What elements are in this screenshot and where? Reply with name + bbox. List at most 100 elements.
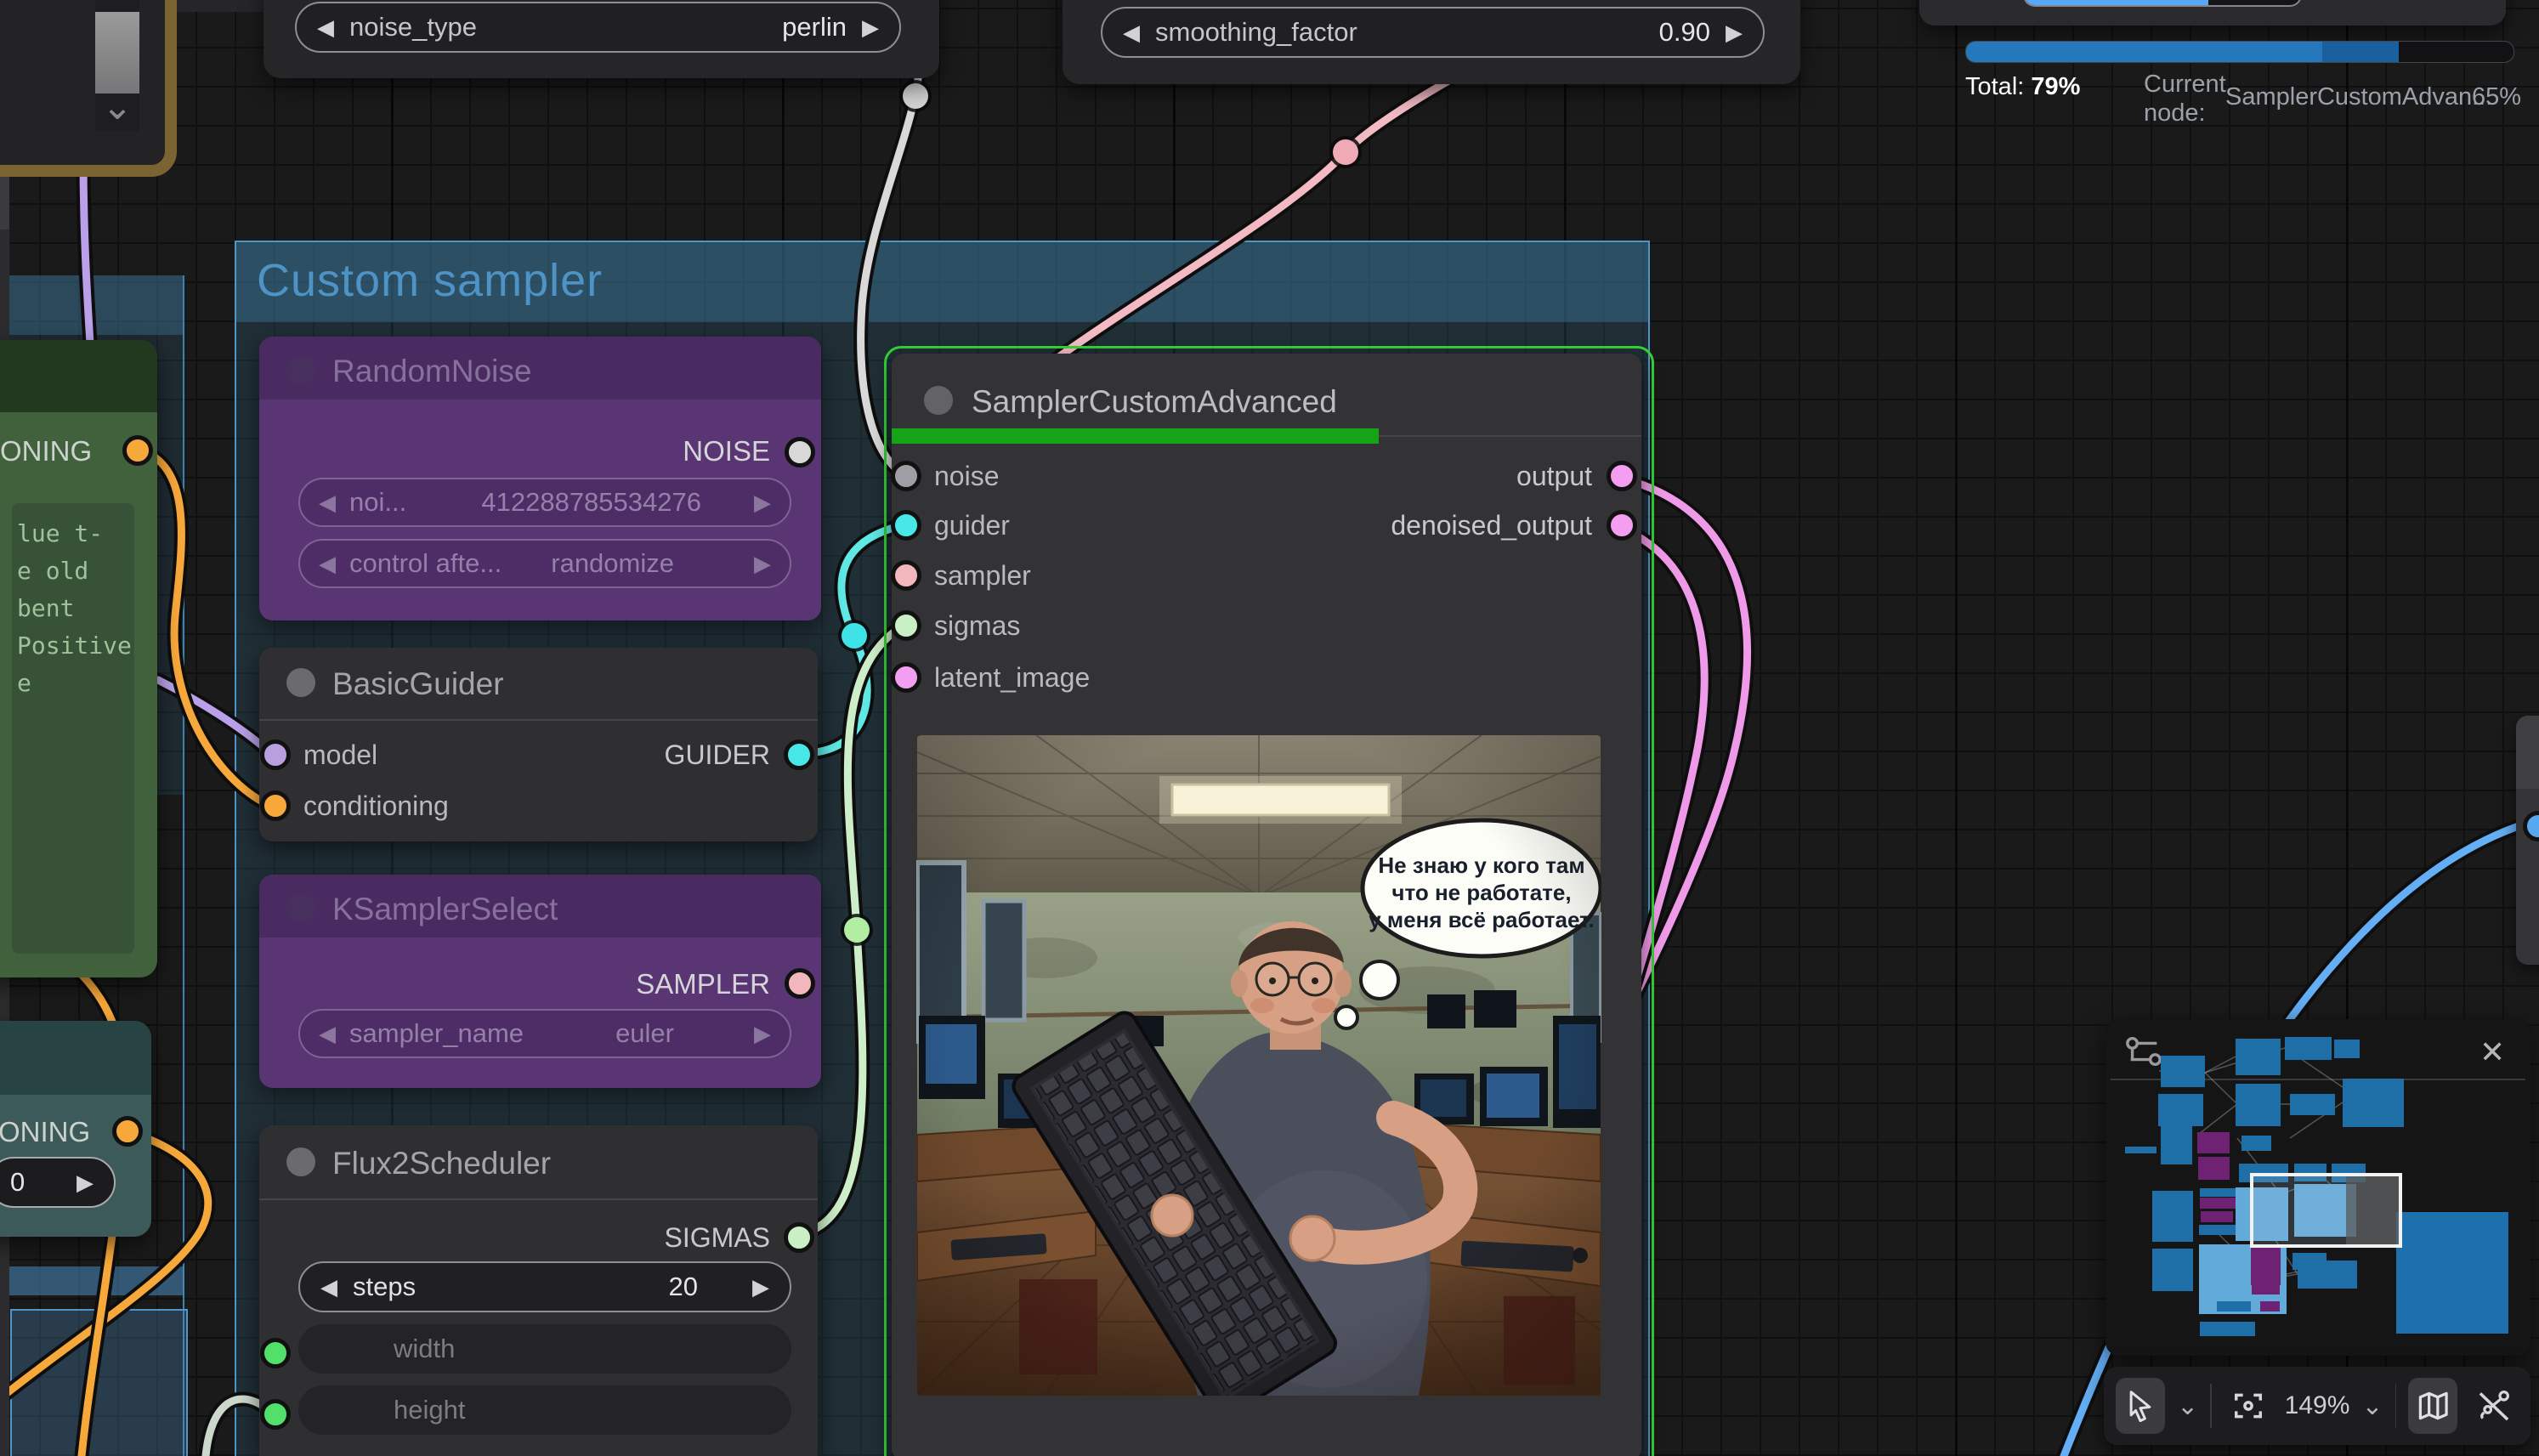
conditioning-output-port[interactable] <box>112 1116 143 1147</box>
conditioning-output-port[interactable] <box>122 435 153 466</box>
model-input-port[interactable] <box>260 739 291 770</box>
noise-type-node[interactable]: ◀ noise_type perlin ▶ <box>264 0 939 78</box>
minimap-node-rect <box>2260 1301 2280 1312</box>
minimap-node-rect <box>2198 1157 2230 1180</box>
noise-input-port[interactable] <box>891 461 921 491</box>
fit-view-button[interactable] <box>2224 1378 2273 1434</box>
blue-slider-widget[interactable] <box>2023 0 2302 7</box>
next-arrow-icon[interactable]: ▶ <box>752 1276 769 1298</box>
output-label: SAMPLER <box>636 968 770 1000</box>
toggle-links-button[interactable] <box>2469 1378 2519 1434</box>
status-current-node: SamplerCustomAdvan... <box>2225 83 2463 111</box>
zoom-level[interactable]: 149% <box>2285 1391 2350 1420</box>
sampler-custom-advanced-node[interactable]: SamplerCustomAdvanced noise guider sampl… <box>892 354 1641 1456</box>
guider-input-port[interactable] <box>891 510 921 541</box>
widget-label: smoothing_factor <box>1155 17 1357 48</box>
flux2-scheduler-node[interactable]: Flux2Scheduler SIGMAS ◀ steps 20 ▶ width… <box>259 1125 818 1456</box>
minimap-node-rect <box>2396 1212 2508 1334</box>
minimap-node-rect <box>2125 1147 2156 1153</box>
sigmas-output-port[interactable] <box>784 1222 814 1253</box>
reroute-dot[interactable] <box>1333 139 1358 165</box>
prev-arrow-icon[interactable]: ◀ <box>320 1276 337 1298</box>
width-input-port[interactable] <box>260 1338 291 1368</box>
node-title: RandomNoise <box>332 354 531 389</box>
sampler-name-widget[interactable]: ◀ sampler_name euler ▶ <box>298 1009 791 1058</box>
minimap-panel[interactable]: ✕ <box>2105 1019 2530 1356</box>
reroute-dot[interactable] <box>903 83 928 109</box>
minimap-node-rect <box>2285 1037 2332 1060</box>
minimap-node-rect <box>2158 1094 2203 1126</box>
basic-guider-node[interactable]: BasicGuider model conditioning GUIDER <box>259 648 818 841</box>
noise-seed-widget[interactable]: ◀ noi... 412288785534276 ▶ <box>298 478 791 527</box>
guider-output-port[interactable] <box>784 739 814 770</box>
widget-label: noise_type <box>349 12 477 42</box>
next-arrow-icon[interactable]: ▶ <box>754 491 771 513</box>
noise-output-port[interactable] <box>785 437 815 467</box>
output-port[interactable] <box>1607 461 1637 491</box>
prev-arrow-icon[interactable]: ◀ <box>319 552 336 575</box>
clipped-right-node-header <box>2516 716 2539 789</box>
smoothing-factor-node[interactable]: ◀ smoothing_factor 0.90 ▶ <box>1063 0 1800 84</box>
conditioning-lower-node[interactable]: ONING 0 ▶ <box>0 1021 151 1237</box>
minimap-node-rect <box>2197 1132 2230 1153</box>
scrollbar-thumb[interactable] <box>95 12 139 93</box>
value-widget[interactable]: 0 ▶ <box>0 1157 116 1208</box>
prev-arrow-icon[interactable]: ◀ <box>319 1023 336 1045</box>
zoom-dropdown-chevron-icon[interactable]: ⌄ <box>2361 1391 2383 1421</box>
minimap-node-rect <box>2241 1136 2271 1151</box>
height-input-slot[interactable]: height <box>298 1385 791 1435</box>
tool-dropdown-chevron-icon[interactable]: ⌄ <box>2177 1391 2198 1421</box>
status-total: Total: 79% <box>1965 73 2080 101</box>
canvas-toolbar: ⌄ 149% ⌄ <box>2104 1367 2530 1445</box>
height-input-port[interactable] <box>260 1399 291 1430</box>
next-arrow-icon[interactable]: ▶ <box>862 16 879 38</box>
widget-value: euler <box>615 1018 674 1049</box>
latent-image-input-port[interactable] <box>891 662 921 693</box>
minimap-node-rect <box>2152 1191 2193 1242</box>
minimap-toggle-button[interactable] <box>2408 1378 2457 1434</box>
node-graph-canvas[interactable]: Custom sampler ⌄ ◀ noise_type perlin ▶ ◀… <box>0 0 2539 1456</box>
random-noise-node[interactable]: RandomNoise NOISE ◀ noi... 4122887855342… <box>259 337 821 620</box>
blue-input-port[interactable] <box>2523 811 2539 841</box>
sigmas-input-port[interactable] <box>891 610 921 641</box>
control-after-widget[interactable]: ◀ control afte... randomize ▶ <box>298 539 791 588</box>
node-progress-bar <box>892 428 1379 444</box>
clipped-topright-node[interactable] <box>1919 0 2506 25</box>
next-arrow-icon[interactable]: ▶ <box>77 1171 94 1193</box>
width-input-slot[interactable]: width <box>298 1324 791 1374</box>
conditioning-lower-header[interactable] <box>0 1021 151 1095</box>
clipped-right-node[interactable] <box>2516 716 2539 965</box>
widget-label: steps <box>353 1272 416 1302</box>
reroute-dot[interactable] <box>844 917 870 943</box>
node-collapse-dot[interactable] <box>286 893 315 922</box>
reroute-dot[interactable] <box>842 623 867 649</box>
chevron-down-icon[interactable]: ⌄ <box>97 85 138 128</box>
prev-arrow-icon[interactable]: ◀ <box>319 491 336 513</box>
next-arrow-icon[interactable]: ▶ <box>1726 21 1743 43</box>
next-arrow-icon[interactable]: ▶ <box>754 552 771 575</box>
minimap-node-rect <box>2200 1198 2236 1209</box>
blue-slider-fill <box>2025 0 2208 5</box>
node-collapse-dot[interactable] <box>924 386 953 415</box>
clip-text-node-header[interactable] <box>0 340 157 412</box>
prev-arrow-icon[interactable]: ◀ <box>1123 21 1140 43</box>
conditioning-input-port[interactable] <box>260 790 291 821</box>
denoised-output-port[interactable] <box>1607 510 1637 541</box>
prev-arrow-icon[interactable]: ◀ <box>317 16 334 38</box>
noise-type-widget[interactable]: ◀ noise_type perlin ▶ <box>295 2 901 53</box>
node-collapse-dot[interactable] <box>286 1147 315 1176</box>
node-collapse-dot[interactable] <box>286 668 315 697</box>
minimap-node-rect <box>2236 1084 2281 1126</box>
sampler-input-port[interactable] <box>891 560 921 591</box>
prompt-textarea[interactable]: lue t- e old bent Positive e <box>12 503 134 954</box>
brown-combo-node[interactable]: ⌄ <box>0 0 177 177</box>
sampler-output-port[interactable] <box>785 968 815 999</box>
node-collapse-dot[interactable] <box>286 355 315 384</box>
clip-text-node[interactable]: ONING lue t- e old bent Positive e <box>0 340 157 977</box>
ksampler-select-node[interactable]: KSamplerSelect SAMPLER ◀ sampler_name eu… <box>259 875 821 1088</box>
smoothing-factor-widget[interactable]: ◀ smoothing_factor 0.90 ▶ <box>1101 7 1765 58</box>
minimap-viewport[interactable] <box>2250 1173 2402 1248</box>
steps-widget[interactable]: ◀ steps 20 ▶ <box>298 1261 791 1312</box>
next-arrow-icon[interactable]: ▶ <box>754 1023 771 1045</box>
select-tool-button[interactable] <box>2116 1378 2165 1434</box>
